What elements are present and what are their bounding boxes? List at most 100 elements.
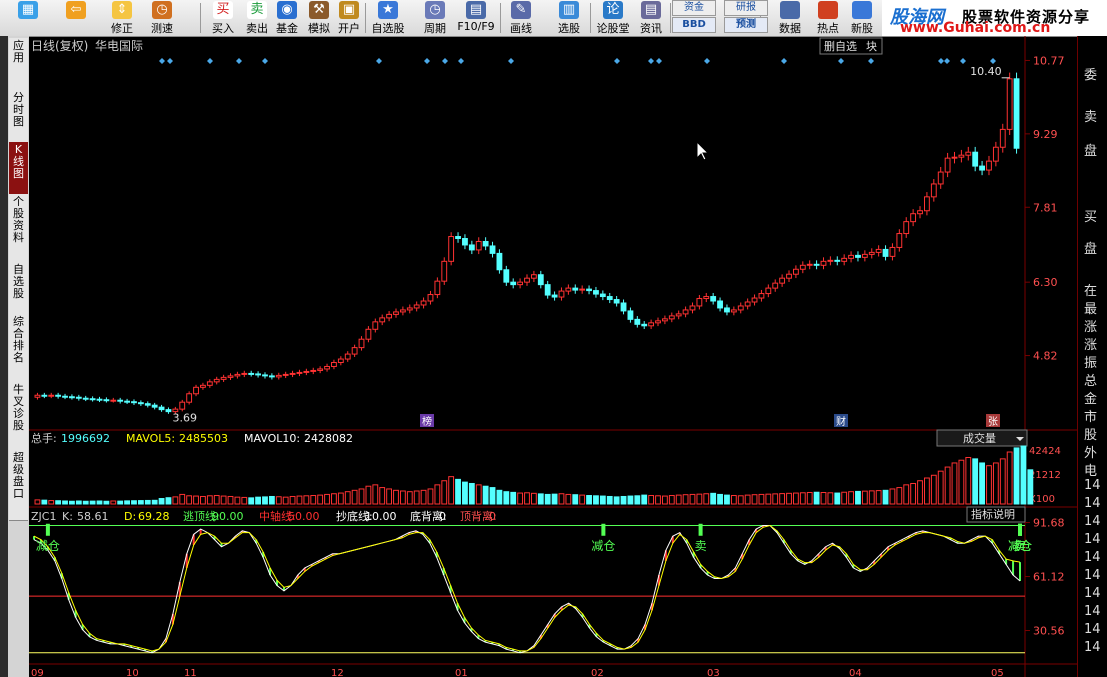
candle-up <box>924 196 930 212</box>
sidebar-tab-6[interactable]: 牛叉诊股 <box>9 382 28 451</box>
volume-bar <box>765 493 772 505</box>
toolbar-button-10[interactable]: ◷ 周期 <box>419 0 451 36</box>
indicator-header-text: K: <box>62 510 73 523</box>
volume-bar <box>944 466 951 505</box>
volume-bar <box>151 499 158 505</box>
toolbar-button-1[interactable]: ⇦ <box>60 0 92 36</box>
volume-bar <box>999 458 1006 505</box>
toolbar-button-11[interactable]: ▤ F10/F9 <box>457 0 495 36</box>
candle-down <box>89 398 96 401</box>
candle-up <box>903 221 910 235</box>
candle-up <box>48 394 55 397</box>
price-axis-label: 7.81 <box>1033 201 1058 214</box>
side-panel-label: 涨 <box>1084 338 1098 353</box>
toolbar-stacked-button-top[interactable]: 研报 <box>724 0 768 16</box>
cycle-clock-icon: ◷ <box>425 1 445 19</box>
candle-down <box>462 238 468 246</box>
candle-down <box>586 288 592 292</box>
kline-chart[interactable]: 日线(复权) 华电国际 删自选 块 10.77 9.29 7.81 6.30 4.82 10.40… <box>29 36 1077 677</box>
side-panel-label: 买 <box>1084 210 1098 225</box>
side-panel-value: 14 <box>1084 550 1101 565</box>
left-strip <box>0 36 8 677</box>
volume-bar <box>317 494 324 505</box>
candle-down <box>55 394 62 397</box>
volume-total-label: 总手: <box>31 431 57 445</box>
signal-bar <box>1018 523 1022 536</box>
sidebar-tab-4[interactable]: 自选股 <box>9 262 28 315</box>
toolbar-button-13[interactable]: ▥ 选股 <box>553 0 585 36</box>
event-diamond-icon <box>656 58 662 64</box>
toolbar-tail-button-0[interactable]: 数据 <box>774 0 806 36</box>
sidebar-tab-char: 口 <box>13 487 24 500</box>
sidebar-tab-char: 用 <box>13 51 24 64</box>
delete-fav-label: 删自选 <box>824 40 857 53</box>
side-panel-value: 14 <box>1084 622 1101 637</box>
event-diamond-icon <box>207 58 213 64</box>
sidebar-tab-1[interactable]: 分时图 <box>9 90 28 143</box>
market-suffix-label: 块 <box>866 40 877 53</box>
toolbar-button-2[interactable]: ⇕ 修正 <box>106 0 138 36</box>
toolbar-button-12[interactable]: ✎ 画线 <box>505 0 537 36</box>
toolbar-stacked-button-bottom[interactable]: BBD <box>672 17 716 33</box>
volume-bar <box>979 462 985 505</box>
candle-down <box>158 406 165 411</box>
toolbar-button-9[interactable]: ★ 自选股 <box>372 0 405 36</box>
sidebar-tab-7[interactable]: 超级盘口 <box>9 450 28 521</box>
sidebar-tab-3[interactable]: 个股资料 <box>9 194 28 263</box>
toolbar-button-15[interactable]: ▤ 资讯 <box>635 0 667 36</box>
indicator-header-text: 90.00 <box>212 510 244 523</box>
indicator-header-text: 58.61 <box>77 510 109 523</box>
sidebar-tab-2[interactable]: K线图 <box>9 142 28 195</box>
candle-up <box>289 372 296 375</box>
arrows-updown-icon: ⇕ <box>112 1 132 19</box>
candle-up <box>34 394 41 398</box>
volume-bar <box>489 487 496 505</box>
toolbar-button-0[interactable]: ▦ <box>12 0 44 36</box>
event-diamond-icon <box>614 58 620 64</box>
toolbar-button-14[interactable]: 论论股堂 <box>597 0 630 36</box>
indicator-header-text: D: <box>124 510 136 523</box>
toolbar-tail-button-2[interactable]: 新股 <box>846 0 878 36</box>
toolbar-button-3[interactable]: ◷ 测速 <box>146 0 178 36</box>
indicator-header-text: ZJC1 <box>31 510 56 523</box>
price-axis-label: 10.77 <box>1033 54 1065 67</box>
toolbar-button-8[interactable]: ▣ 开户 <box>333 0 365 36</box>
toolbar-stacked-button-top[interactable]: 资金 <box>672 0 716 16</box>
volume-bar <box>303 495 310 505</box>
candle-up <box>661 318 668 322</box>
toolbar-stacked-button-bottom[interactable]: 预测 <box>724 17 768 33</box>
volume-bar <box>193 495 199 505</box>
mavol5-value: 2485503 <box>179 432 228 445</box>
indicator-help-label: 指标说明 <box>971 507 1015 521</box>
side-panel-value: 14 <box>1084 532 1101 547</box>
candle-down <box>41 394 48 397</box>
candle-up <box>792 268 799 275</box>
volume-bar <box>413 490 420 505</box>
sidebar-tab-0[interactable]: 应用 <box>9 38 28 91</box>
toolbar-separator <box>670 3 671 33</box>
brand-url: www.Guhai.com.cn <box>900 20 1051 36</box>
candle-down <box>572 287 579 291</box>
volume-bar <box>406 491 413 505</box>
sidebar-tab-5[interactable]: 综合排名 <box>9 314 28 383</box>
candle-up <box>475 240 482 251</box>
volume-bar <box>530 492 537 505</box>
candle-down <box>124 400 130 403</box>
candle-up <box>193 386 199 395</box>
sidebar-tab-char: 料 <box>13 231 24 244</box>
candle-down <box>69 396 75 399</box>
volume-bar <box>186 495 193 505</box>
candle-down <box>82 397 89 400</box>
volume-bar <box>144 499 151 505</box>
time-axis-label: 02 <box>591 668 604 677</box>
indicator-header-text: 0 <box>439 510 446 523</box>
time-axis-label: 03 <box>707 668 720 677</box>
new-stock-icon <box>852 1 872 19</box>
time-axis-label: 01 <box>455 668 468 677</box>
candle-up <box>1006 78 1013 130</box>
event-diamond-icon <box>262 58 268 64</box>
candle-up <box>668 315 675 320</box>
candle-down <box>882 248 889 257</box>
volume-bar <box>820 492 827 505</box>
volume-bar <box>69 500 75 505</box>
